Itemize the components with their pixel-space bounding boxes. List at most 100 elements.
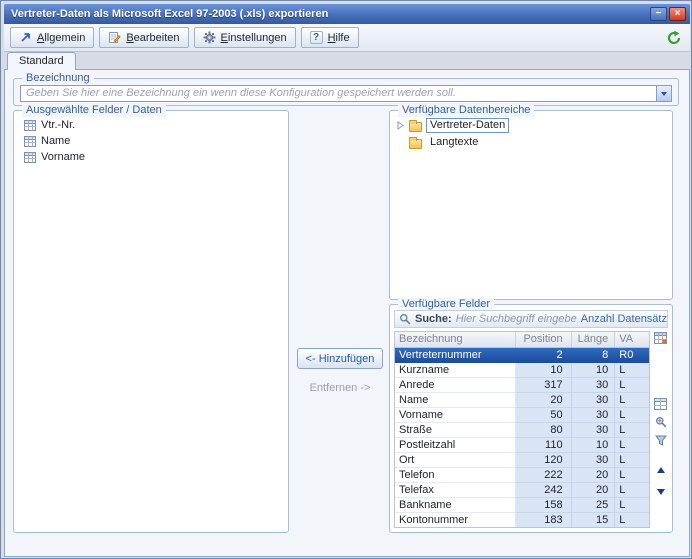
bezeichnung-legend: Bezeichnung [22, 72, 94, 85]
cell-laenge: 20 [571, 483, 616, 498]
cell-va: L [615, 498, 649, 513]
allgemein-button[interactable]: Allgemein [10, 27, 95, 48]
export-dialog: Vertreter-Daten als Microsoft Excel 97-2… [0, 0, 692, 559]
search-input[interactable]: Hier Suchbegriff eingebe [456, 313, 577, 325]
tree-item[interactable]: Vertreter-Daten [396, 117, 667, 134]
cell-va: L [615, 423, 649, 438]
combo-dropdown-button[interactable] [656, 86, 671, 101]
list-item[interactable]: Vorname [20, 149, 283, 165]
cell-laenge: 10 [571, 438, 616, 453]
field-row[interactable]: Bankname 158 25 L [395, 498, 649, 513]
close-button[interactable]: × [669, 7, 686, 21]
folder-icon [409, 119, 422, 132]
cell-position: 2 [556, 349, 563, 361]
field-row[interactable]: Vorname 50 30 L [395, 408, 649, 423]
scroll-down-button[interactable] [653, 485, 668, 499]
cell-name: Vertreternummer [399, 349, 482, 361]
field-row[interactable]: Postleitzahl 110 10 L [395, 438, 649, 453]
col-header-va[interactable]: VA [615, 332, 649, 347]
bearbeiten-button[interactable]: Bearbeiten [99, 27, 189, 48]
field-row[interactable]: Telefax 242 20 L [395, 483, 649, 498]
field-row[interactable]: Straße 80 30 L [395, 423, 649, 438]
field-row[interactable]: Kurzname 10 10 L [395, 363, 649, 378]
allgemein-label: Allgemein [37, 31, 86, 44]
search-icon [399, 313, 411, 325]
list-item[interactable]: Vtr.-Nr. [20, 117, 283, 133]
data-areas-tree: Vertreter-Daten Langtexte [396, 117, 667, 294]
cell-position: 50 [515, 408, 572, 423]
cell-position: 242 [515, 483, 572, 498]
grid-view-icon[interactable] [653, 397, 668, 411]
col-header-laenge[interactable]: Länge [572, 332, 616, 347]
zoom-icon[interactable] [653, 415, 668, 429]
cell-va: L [615, 408, 649, 423]
cell-position: 183 [515, 513, 572, 527]
cell-laenge: 30 [571, 423, 616, 438]
bezeichnung-combobox[interactable]: Geben Sie hier eine Bezeichnung ein wenn… [20, 85, 672, 102]
content-panel: Bezeichnung Geben Sie hier eine Bezeichn… [4, 69, 690, 557]
field-grid-icon [24, 135, 36, 147]
tree-item-label: Langtexte [430, 136, 479, 148]
selected-fields-list: Vtr.-Nr. Name Vorname [20, 117, 283, 527]
add-button[interactable]: <- Hinzufügen [297, 348, 383, 369]
cell-name: Vorname [395, 408, 516, 423]
field-grid-icon [24, 119, 36, 131]
list-item-label: Vtr.-Nr. [41, 119, 76, 131]
field-row[interactable]: Vertreternummer 2 8 R0 [395, 348, 649, 363]
cell-name: Name [395, 393, 516, 408]
cell-laenge: 30 [571, 453, 616, 468]
export-refresh-icon[interactable] [664, 29, 684, 47]
cell-position: 222 [515, 468, 572, 483]
expander-icon[interactable] [396, 121, 405, 130]
remove-button[interactable]: Entfernen -> [297, 382, 383, 394]
record-count: Anzahl Datensätze: 77 [580, 313, 667, 325]
filter-icon[interactable] [653, 433, 668, 447]
data-areas-group: Verfügbare Datenbereiche Vertreter-Daten… [389, 104, 673, 300]
edit-notepad-icon [108, 31, 121, 44]
einstellungen-button[interactable]: Einstellungen [193, 27, 296, 48]
cell-va: L [615, 438, 649, 453]
cell-name: Telefax [395, 483, 516, 498]
cell-position: 10 [515, 363, 572, 378]
cell-name: Bankname [395, 498, 516, 513]
hilfe-button[interactable]: ? Hilfe [300, 27, 359, 48]
cell-va: R0 [619, 349, 634, 361]
cell-va: L [615, 453, 649, 468]
field-row[interactable]: Kontonummer 183 15 L [395, 513, 649, 527]
cell-name: Straße [395, 423, 516, 438]
field-row[interactable]: Anrede 317 30 L [395, 378, 649, 393]
cell-name: Postleitzahl [395, 438, 516, 453]
cell-name: Kontonummer [395, 513, 516, 527]
field-row[interactable]: Telefon 222 20 L [395, 468, 649, 483]
list-item-label: Name [41, 135, 71, 147]
cell-laenge: 30 [571, 378, 616, 393]
titlebar[interactable]: Vertreter-Daten als Microsoft Excel 97-2… [4, 4, 690, 24]
help-icon: ? [309, 31, 323, 44]
cell-va: L [615, 483, 649, 498]
gear-icon [203, 31, 216, 44]
column-edit-icon[interactable] [653, 331, 668, 345]
tree-item[interactable]: Langtexte [396, 134, 667, 151]
field-row[interactable]: Ort 120 30 L [395, 453, 649, 468]
cell-laenge: 25 [571, 498, 616, 513]
col-header-bezeichnung[interactable]: Bezeichnung [395, 332, 516, 347]
search-bar[interactable]: Suche: Hier Suchbegriff eingebe Anzahl D… [394, 310, 668, 328]
list-item-label: Vorname [41, 151, 86, 163]
cell-laenge: 20 [571, 468, 616, 483]
cell-position: 317 [515, 378, 572, 393]
cell-position: 158 [515, 498, 572, 513]
cell-name: Telefon [395, 468, 516, 483]
list-item[interactable]: Name [20, 133, 283, 149]
scroll-up-button[interactable] [653, 463, 668, 477]
folder-icon [409, 136, 422, 149]
tab-standard[interactable]: Standard [7, 52, 76, 70]
col-header-position[interactable]: Position [516, 332, 572, 347]
cell-va: L [615, 468, 649, 483]
cell-laenge: 10 [571, 363, 616, 378]
minimize-button[interactable]: − [650, 7, 667, 21]
arrow-up-right-icon [19, 31, 32, 44]
selected-fields-group: Ausgewählte Felder / Daten Vtr.-Nr. Name… [13, 104, 289, 533]
tree-item-label: Vertreter-Daten [426, 118, 510, 133]
table-header[interactable]: Bezeichnung Position Länge VA [395, 332, 649, 348]
field-row[interactable]: Name 20 30 L [395, 393, 649, 408]
